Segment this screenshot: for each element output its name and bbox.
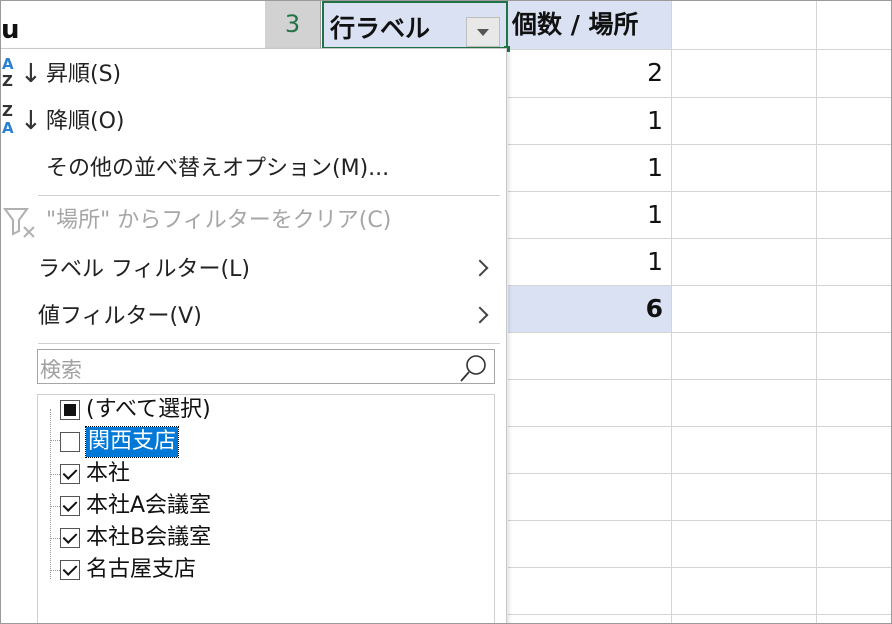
menu-separator — [38, 195, 500, 196]
chevron-right-icon — [471, 259, 489, 277]
grid-line — [508, 426, 891, 427]
tree-guide — [50, 409, 51, 579]
grid-line — [508, 332, 891, 333]
chevron-right-icon — [471, 306, 489, 324]
clear-filter-item: "場所" からフィルターをクリア(C) — [1, 199, 500, 243]
value-cell[interactable]: 1 — [508, 98, 671, 144]
cell-text-fragment: u — [1, 15, 20, 45]
filter-dropdown-panel: A Z ↓ 昇順(S) Z A ↓ 降順(O) その他の並べ替えオプション(M)... … — [1, 48, 507, 623]
menu-separator — [38, 343, 500, 344]
filter-item-label: (すべて選択) — [86, 397, 211, 422]
sort-ascending-label: 昇順(S) — [46, 62, 122, 87]
sort-descending-item[interactable]: Z A ↓ 降順(O) — [1, 100, 500, 144]
tree-guide — [50, 538, 60, 539]
checkbox[interactable] — [60, 560, 80, 580]
grid-line — [508, 614, 891, 615]
tree-guide — [50, 506, 60, 507]
checkbox[interactable] — [60, 432, 80, 452]
tree-guide — [50, 440, 60, 441]
search-box[interactable]: 検索 — [37, 349, 495, 384]
row-label-header-cell[interactable]: 行ラベル — [322, 1, 508, 49]
total-cell[interactable]: 6 — [508, 286, 671, 332]
sort-a-to-z-icon: A Z ↓ — [2, 55, 42, 90]
sort-ascending-item[interactable]: A Z ↓ 昇順(S) — [1, 53, 500, 97]
sort-descending-label: 降順(O) — [46, 109, 125, 134]
filter-item-label: 本社A会議室 — [86, 493, 212, 518]
grid-line — [508, 567, 891, 568]
dropdown-arrow-icon — [477, 29, 489, 36]
filter-item-list: (すべて選択) 関西支店 本社 本社A会議室 本社B会議室 名古屋支店 — [37, 394, 495, 623]
label-filter-label: ラベル フィルター(L) — [38, 257, 250, 282]
grid-line — [508, 379, 891, 380]
value-header-cell[interactable]: 個数 / 場所 — [508, 1, 671, 49]
value-filter-item[interactable]: 値フィルター(V) — [1, 295, 500, 339]
more-sort-options-item[interactable]: その他の並べ替えオプション(M)... — [1, 147, 500, 191]
filter-item-label: 関西支店 — [84, 426, 180, 458]
filter-item-label: 本社 — [86, 461, 131, 486]
tree-guide — [50, 474, 60, 475]
excel-window: 3 行ラベル 個数 / 場所 2 1 1 1 1 6 u A Z ↓ 昇順(S) Z… — [0, 0, 892, 624]
grid-line — [508, 473, 891, 474]
value-cell[interactable]: 1 — [508, 239, 671, 285]
more-sort-options-label: その他の並べ替えオプション(M)... — [46, 156, 390, 181]
value-cell[interactable]: 2 — [508, 50, 671, 96]
clear-filter-icon — [3, 208, 35, 238]
filter-dropdown-button[interactable] — [466, 17, 500, 47]
clear-filter-label: "場所" からフィルターをクリア(C) — [46, 208, 392, 233]
row-header[interactable]: 3 — [265, 1, 321, 49]
grid-line — [671, 1, 672, 623]
value-filter-label: 値フィルター(V) — [38, 304, 202, 329]
checkbox[interactable] — [60, 400, 80, 420]
grid-line — [816, 1, 817, 623]
value-cell[interactable]: 1 — [508, 192, 671, 238]
checkbox[interactable] — [60, 464, 80, 484]
tree-guide — [50, 570, 60, 571]
label-filter-item[interactable]: ラベル フィルター(L) — [1, 248, 500, 292]
search-icon[interactable] — [458, 353, 488, 383]
grid-line — [508, 520, 891, 521]
row-label-header: 行ラベル — [330, 14, 431, 43]
checkbox[interactable] — [60, 496, 80, 516]
search-placeholder: 検索 — [40, 358, 82, 382]
sort-z-to-a-icon: Z A ↓ — [2, 102, 42, 137]
checkbox[interactable] — [60, 528, 80, 548]
filter-item-label: 本社B会議室 — [86, 525, 212, 550]
filter-item-label: 名古屋支店 — [86, 557, 197, 582]
value-cell[interactable]: 1 — [508, 145, 671, 191]
